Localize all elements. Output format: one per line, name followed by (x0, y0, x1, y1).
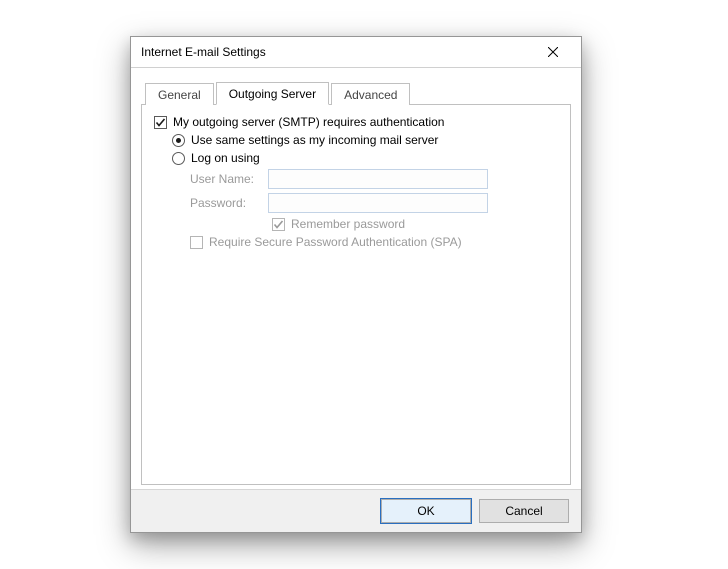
cancel-button[interactable]: Cancel (479, 499, 569, 523)
ok-button[interactable]: OK (381, 499, 471, 523)
username-input[interactable] (268, 169, 488, 189)
remember-pw-row: Remember password (272, 217, 558, 231)
email-settings-dialog: Internet E-mail Settings General Outgoin… (130, 36, 582, 533)
titlebar: Internet E-mail Settings (131, 37, 581, 68)
log-on-radio[interactable] (172, 152, 185, 165)
window-title: Internet E-mail Settings (141, 45, 266, 59)
use-same-radio[interactable] (172, 134, 185, 147)
check-icon (273, 219, 284, 230)
log-on-row: Log on using (172, 151, 558, 165)
close-icon (548, 47, 558, 57)
remember-password-label: Remember password (291, 217, 405, 231)
tab-general[interactable]: General (145, 83, 214, 105)
requires-auth-row: My outgoing server (SMTP) requires authe… (154, 115, 558, 129)
log-on-label: Log on using (191, 151, 260, 165)
username-label: User Name: (190, 172, 262, 186)
check-icon (155, 117, 166, 128)
require-spa-row: Require Secure Password Authentication (… (190, 235, 558, 249)
tab-outgoing-server[interactable]: Outgoing Server (216, 82, 329, 105)
password-input[interactable] (268, 193, 488, 213)
tabstrip: General Outgoing Server Advanced (141, 78, 571, 105)
use-same-row: Use same settings as my incoming mail se… (172, 133, 558, 147)
close-button[interactable] (533, 38, 573, 66)
use-same-label: Use same settings as my incoming mail se… (191, 133, 438, 147)
require-spa-label: Require Secure Password Authentication (… (209, 235, 462, 249)
remember-password-checkbox[interactable] (272, 218, 285, 231)
username-row: User Name: (190, 169, 558, 189)
require-spa-checkbox[interactable] (190, 236, 203, 249)
requires-auth-checkbox[interactable] (154, 116, 167, 129)
password-row: Password: (190, 193, 558, 213)
tab-advanced[interactable]: Advanced (331, 83, 410, 105)
password-label: Password: (190, 196, 262, 210)
button-bar: OK Cancel (131, 489, 581, 532)
requires-auth-label: My outgoing server (SMTP) requires authe… (173, 115, 444, 129)
tab-panel-outgoing-server: My outgoing server (SMTP) requires authe… (141, 105, 571, 485)
